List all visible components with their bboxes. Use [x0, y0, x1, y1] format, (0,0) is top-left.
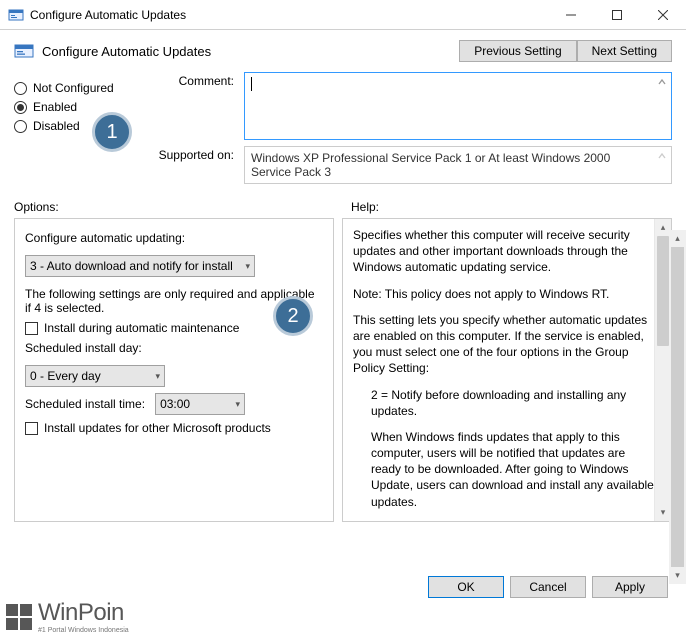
window-controls: [548, 0, 686, 29]
checkbox-label: Install during automatic maintenance: [44, 321, 239, 335]
chevron-up-icon[interactable]: [655, 75, 669, 89]
supported-on-label: Supported on:: [154, 146, 244, 162]
sched-time-label: Scheduled install time:: [25, 397, 145, 411]
sched-day-select[interactable]: 0 - Every day ▾: [25, 365, 165, 387]
page-title: Configure Automatic Updates: [42, 44, 459, 59]
options-panel: Configure automatic updating: 3 - Auto d…: [14, 218, 334, 522]
help-label: Help:: [351, 200, 379, 214]
help-paragraph: When Windows finds updates that apply to…: [353, 429, 655, 510]
apply-button[interactable]: Apply: [592, 576, 668, 598]
chevron-up-icon[interactable]: [655, 149, 669, 163]
chevron-down-icon[interactable]: ▾: [669, 567, 686, 584]
sched-time-select[interactable]: 03:00 ▾: [155, 393, 245, 415]
ok-button[interactable]: OK: [428, 576, 504, 598]
fields-column: Comment: Supported on: Windows XP Profes…: [154, 72, 672, 190]
radio-label: Enabled: [33, 100, 77, 114]
winpoin-logo-icon: [6, 604, 32, 630]
scrollbar-thumb[interactable]: [657, 236, 669, 346]
help-paragraph: 3 = (Default setting) Download the updat…: [353, 520, 655, 522]
chevron-up-icon[interactable]: ▴: [669, 230, 686, 247]
checkbox-icon: [25, 422, 38, 435]
state-radios: Not Configured Enabled Disabled: [14, 72, 154, 190]
close-button[interactable]: [640, 0, 686, 30]
policy-icon: [14, 41, 34, 61]
help-paragraph: Note: This policy does not apply to Wind…: [353, 286, 655, 302]
watermark-tagline: #1 Portal Windows Indonesia: [38, 627, 129, 634]
maximize-button[interactable]: [594, 0, 640, 30]
outer-scrollbar[interactable]: ▴ ▾: [669, 230, 686, 584]
text-cursor: [251, 77, 252, 91]
radio-disabled[interactable]: Disabled: [14, 119, 154, 133]
supported-on-value: Windows XP Professional Service Pack 1 o…: [251, 151, 610, 179]
help-panel: Specifies whether this computer will rec…: [342, 218, 672, 522]
sched-day-label: Scheduled install day:: [25, 341, 323, 355]
previous-setting-button[interactable]: Previous Setting: [459, 40, 576, 62]
chevron-down-icon: ▾: [155, 371, 160, 382]
scrollbar-thumb[interactable]: [671, 247, 684, 567]
cancel-button[interactable]: Cancel: [510, 576, 586, 598]
comment-input[interactable]: [244, 72, 672, 140]
radio-enabled[interactable]: Enabled: [14, 100, 154, 114]
radio-label: Not Configured: [33, 81, 114, 95]
help-paragraph: 2 = Notify before downloading and instal…: [353, 387, 655, 419]
install-other-products-checkbox[interactable]: Install updates for other Microsoft prod…: [25, 421, 323, 435]
titlebar: Configure Automatic Updates: [0, 0, 686, 30]
select-value: 03:00: [160, 397, 190, 411]
select-value: 3 - Auto download and notify for install: [30, 259, 233, 273]
radio-not-configured[interactable]: Not Configured: [14, 81, 154, 95]
radio-icon: [14, 101, 27, 114]
supported-on-box: Windows XP Professional Service Pack 1 o…: [244, 146, 672, 184]
radio-icon: [14, 82, 27, 95]
header-row: Configure Automatic Updates Previous Set…: [0, 30, 686, 68]
chevron-down-icon: ▾: [236, 399, 241, 410]
annotation-badge-2: 2: [273, 296, 313, 336]
options-label: Options:: [14, 200, 341, 214]
annotation-badge-1: 1: [92, 112, 132, 152]
window-title: Configure Automatic Updates: [30, 8, 548, 22]
policy-icon: [8, 7, 24, 23]
dialog-footer: OK Cancel Apply: [428, 576, 668, 598]
select-value: 0 - Every day: [30, 369, 101, 383]
watermark-name: WinPoin: [38, 599, 129, 627]
watermark: WinPoin #1 Portal Windows Indonesia: [6, 599, 129, 634]
radio-label: Disabled: [33, 119, 80, 133]
radio-icon: [14, 120, 27, 133]
section-labels: Options: Help:: [0, 190, 686, 218]
checkbox-label: Install updates for other Microsoft prod…: [44, 421, 271, 435]
next-setting-button[interactable]: Next Setting: [577, 40, 672, 62]
comment-label: Comment:: [154, 72, 244, 88]
configure-updating-select[interactable]: 3 - Auto download and notify for install…: [25, 255, 255, 277]
help-paragraph: This setting lets you specify whether au…: [353, 312, 655, 377]
help-paragraph: Specifies whether this computer will rec…: [353, 227, 655, 276]
minimize-button[interactable]: [548, 0, 594, 30]
configure-updating-label: Configure automatic updating:: [25, 231, 323, 245]
chevron-down-icon: ▾: [245, 261, 250, 272]
panels: Configure automatic updating: 3 - Auto d…: [0, 218, 686, 522]
checkbox-icon: [25, 322, 38, 335]
